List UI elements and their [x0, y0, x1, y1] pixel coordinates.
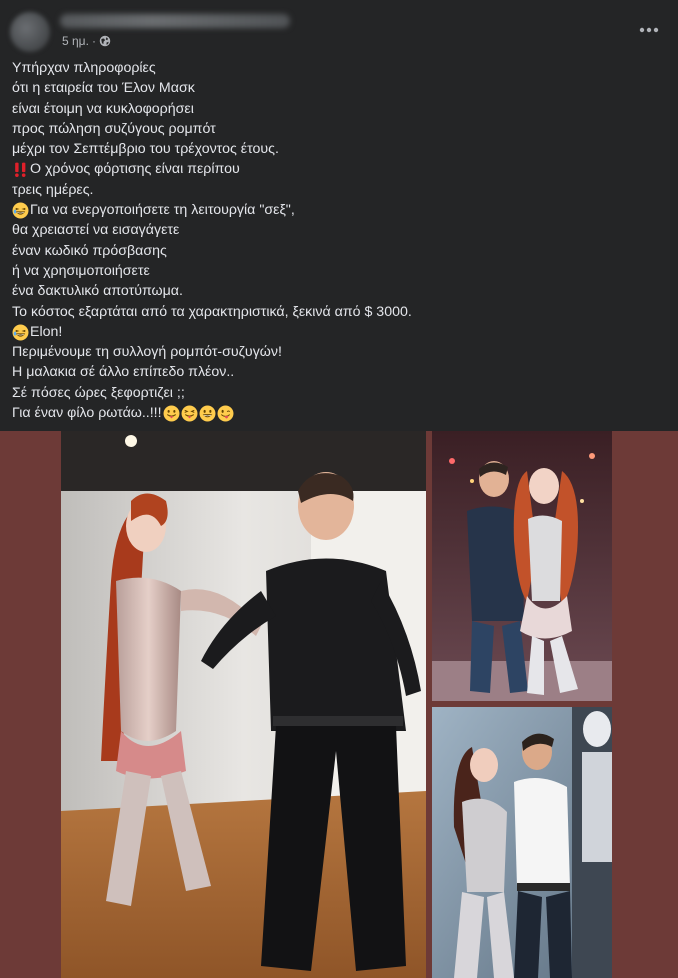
post-text-line-content: ή να χρησιμοποιήσετε	[12, 262, 150, 279]
post-text-line: θα χρειαστεί να εισαγάγετε	[12, 220, 662, 240]
post-text-line-content: τρεις ημέρες.	[12, 181, 94, 198]
post-text: Υπήρχαν πληροφορίες ότι η εταιρεία του Έλ…	[12, 58, 662, 423]
facebook-post: 5 ημ. · Υπήρχαν πληροφορίες ότι η εταιρε…	[0, 0, 678, 978]
post-text-line: Περιμένουμε τη συλλογή ρομπότ-συζυγών!	[12, 342, 662, 362]
post-text-line-content: Το κόστος εξαρτάται από τα χαρακτηριστικ…	[12, 303, 412, 320]
post-text-line: Ο χρόνος φόρτισης είναι περίπου	[12, 159, 662, 179]
laughing-emoji	[12, 202, 29, 219]
post-text-line: προς πώληση συζύγους ρομπότ	[12, 119, 662, 139]
post-text-line: Elon!	[12, 322, 662, 342]
more-horizontal-icon	[639, 20, 659, 38]
post-header: 5 ημ. ·	[0, 0, 678, 56]
main-photo[interactable]	[61, 431, 426, 978]
grinning-emoji	[199, 405, 216, 422]
post-text-line: ότι η εταιρεία του Έλον Μασκ	[12, 78, 662, 98]
post-text-line: ή να χρησιμοποιήσετε	[12, 261, 662, 281]
post-text-line: Σέ πόσες ώρες ξεφορτιζει ;;	[12, 383, 662, 403]
post-text-line-content: θα χρειαστεί να εισαγάγετε	[12, 222, 180, 239]
post-timestamp[interactable]: 5 ημ.	[62, 33, 89, 49]
avatar[interactable]	[10, 12, 50, 52]
post-text-line: έναν κωδικό πρόσβασης	[12, 241, 662, 261]
more-options-button[interactable]	[634, 14, 664, 44]
post-text-line-content: Περιμένουμε τη συλλογή ρομπότ-συζυγών!	[12, 344, 282, 361]
laughing-emoji	[12, 324, 29, 341]
post-text-line-content: Σέ πόσες ώρες ξεφορτιζει ;;	[12, 384, 185, 401]
post-text-line-content: μέχρι τον Σεπτέμβριο του τρέχοντος έτους…	[12, 141, 279, 158]
winking-tongue-emoji	[217, 405, 234, 422]
post-text-line: Για έναν φίλο ρωτάω..!!!	[12, 403, 662, 423]
post-text-line-content: Για να ενεργοποιήσετε τη λειτουργία "σεξ…	[30, 202, 295, 219]
double-exclamation-emoji	[12, 161, 29, 178]
post-text-line: ένα δακτυλικό αποτύπωμα.	[12, 281, 662, 301]
post-text-line: Η μαλακια σέ άλλο επίπεδο πλέον..	[12, 362, 662, 382]
post-text-line: τρεις ημέρες.	[12, 180, 662, 200]
meta-separator: ·	[91, 34, 96, 48]
post-text-line-content: είναι έτοιμη να κυκλοφορήσει	[12, 100, 194, 117]
post-text-line-content: Ο χρόνος φόρτισης είναι περίπου	[30, 161, 240, 178]
top-right-photo[interactable]	[432, 431, 612, 701]
post-text-line-content: Για έναν φίλο ρωτάω..!!!	[12, 405, 162, 422]
post-text-line: Για να ενεργοποιήσετε τη λειτουργία "σεξ…	[12, 200, 662, 220]
author-name-redacted[interactable]	[60, 14, 290, 28]
post-text-line-content: ότι η εταιρεία του Έλον Μασκ	[12, 80, 195, 97]
globe-icon	[99, 35, 111, 47]
post-text-line: Υπήρχαν πληροφορίες	[12, 58, 662, 78]
bottom-right-photo[interactable]	[432, 707, 612, 978]
post-text-line: Το κόστος εξαρτάται από τα χαρακτηριστικ…	[12, 302, 662, 322]
post-meta: 5 ημ. ·	[62, 33, 111, 49]
tongue-out-emoji	[163, 405, 180, 422]
squinting-tongue-emoji	[181, 405, 198, 422]
post-text-line-content: Υπήρχαν πληροφορίες	[12, 60, 156, 76]
post-text-line-content: έναν κωδικό πρόσβασης	[12, 242, 167, 259]
post-text-line: μέχρι τον Σεπτέμβριο του τρέχοντος έτους…	[12, 139, 662, 159]
post-text-line: είναι έτοιμη να κυκλοφορήσει	[12, 99, 662, 119]
post-text-line-content: Η μαλακια σέ άλλο επίπεδο πλέον..	[12, 364, 235, 381]
post-text-line-content: προς πώληση συζύγους ρομπότ	[12, 120, 216, 137]
post-media	[0, 431, 678, 978]
post-text-line-content: Elon!	[30, 323, 63, 340]
post-text-line-content: ένα δακτυλικό αποτύπωμα.	[12, 283, 183, 300]
